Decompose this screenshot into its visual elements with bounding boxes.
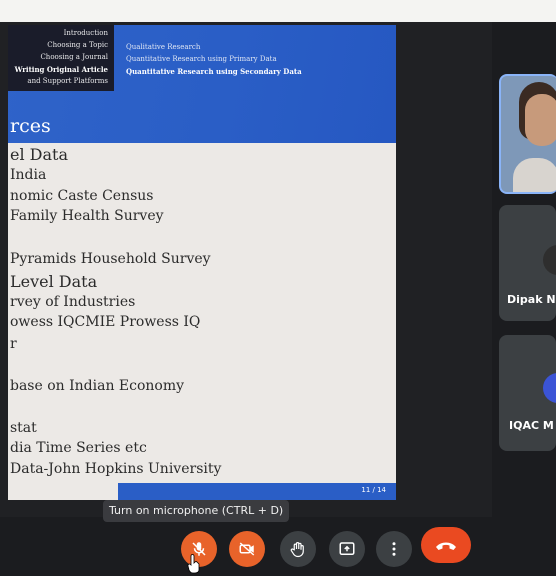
slide-nav-item: Choosing a Topic (47, 41, 108, 49)
slide-subsection-item: Quantitative Research using Primary Data (126, 55, 277, 63)
top-band (0, 0, 556, 22)
slide-bullet: dia Time Series etc (10, 440, 147, 456)
end-call-icon (436, 542, 456, 550)
slide-nav-item: Choosing a Journal (40, 53, 108, 61)
self-video-tile[interactable] (499, 74, 556, 194)
slide-header: Introduction Choosing a Topic Choosing a… (8, 25, 396, 143)
slide-subsection-item-active: Quantitative Research using Secondary Da… (126, 67, 302, 76)
avatar (543, 373, 556, 403)
call-controls-bar (0, 517, 556, 576)
participant-tile[interactable]: Dipak N (499, 205, 556, 321)
participant-name: IQAC M (509, 419, 554, 432)
slide-bullet: stat (10, 420, 37, 436)
slide-nav-sections: Introduction Choosing a Topic Choosing a… (8, 25, 114, 91)
participant-name: Dipak N (507, 293, 556, 306)
slide-footer: 11 / 14 (118, 483, 396, 500)
presentation-slide: Introduction Choosing a Topic Choosing a… (8, 25, 396, 500)
more-options-button[interactable] (376, 531, 412, 567)
slide-nav-item-active: Writing Original Article (14, 65, 108, 74)
slide-page-number: 11 / 14 (361, 486, 386, 494)
slide-bullet: owess IQCMIE Prowess IQ (10, 314, 201, 330)
slide-bullet: Data-John Hopkins University (10, 461, 222, 477)
slide-bullet: base on Indian Economy (10, 378, 185, 394)
slide-body: el Data India nomic Caste Census Family … (8, 143, 396, 500)
camera-toggle-button[interactable] (229, 531, 265, 567)
raise-hand-button[interactable] (280, 531, 316, 567)
slide-bullet: rvey of Industries (10, 294, 136, 310)
slide-subsection-item: Qualitative Research (126, 43, 201, 51)
slide-title: rces (10, 115, 51, 137)
more-vert-icon (392, 542, 396, 556)
slide-nav-item: Introduction (63, 29, 108, 37)
microphone-tooltip: Turn on microphone (CTRL + D) (103, 500, 290, 522)
present-screen-icon (339, 542, 355, 555)
hand-icon (290, 542, 304, 558)
slide-bullet: r (10, 336, 17, 352)
participant-video-face (525, 94, 556, 146)
slide-bullet: India (10, 167, 47, 183)
camera-off-icon (239, 542, 255, 556)
avatar (543, 245, 556, 275)
participant-video-shirt (513, 158, 556, 192)
slide-bullet: Pyramids Household Survey (10, 251, 211, 267)
slide-nav-item: and Support Platforms (27, 77, 108, 85)
slide-bullet: Level Data (10, 272, 98, 291)
slide-bullet: Family Health Survey (10, 208, 164, 224)
slide-bullet: el Data (10, 145, 69, 164)
participant-tile[interactable]: IQAC M (499, 335, 556, 451)
slide-bullet: nomic Caste Census (10, 188, 154, 204)
hand-cursor-icon (187, 554, 200, 574)
end-call-button[interactable] (421, 527, 471, 563)
present-screen-button[interactable] (329, 531, 365, 567)
